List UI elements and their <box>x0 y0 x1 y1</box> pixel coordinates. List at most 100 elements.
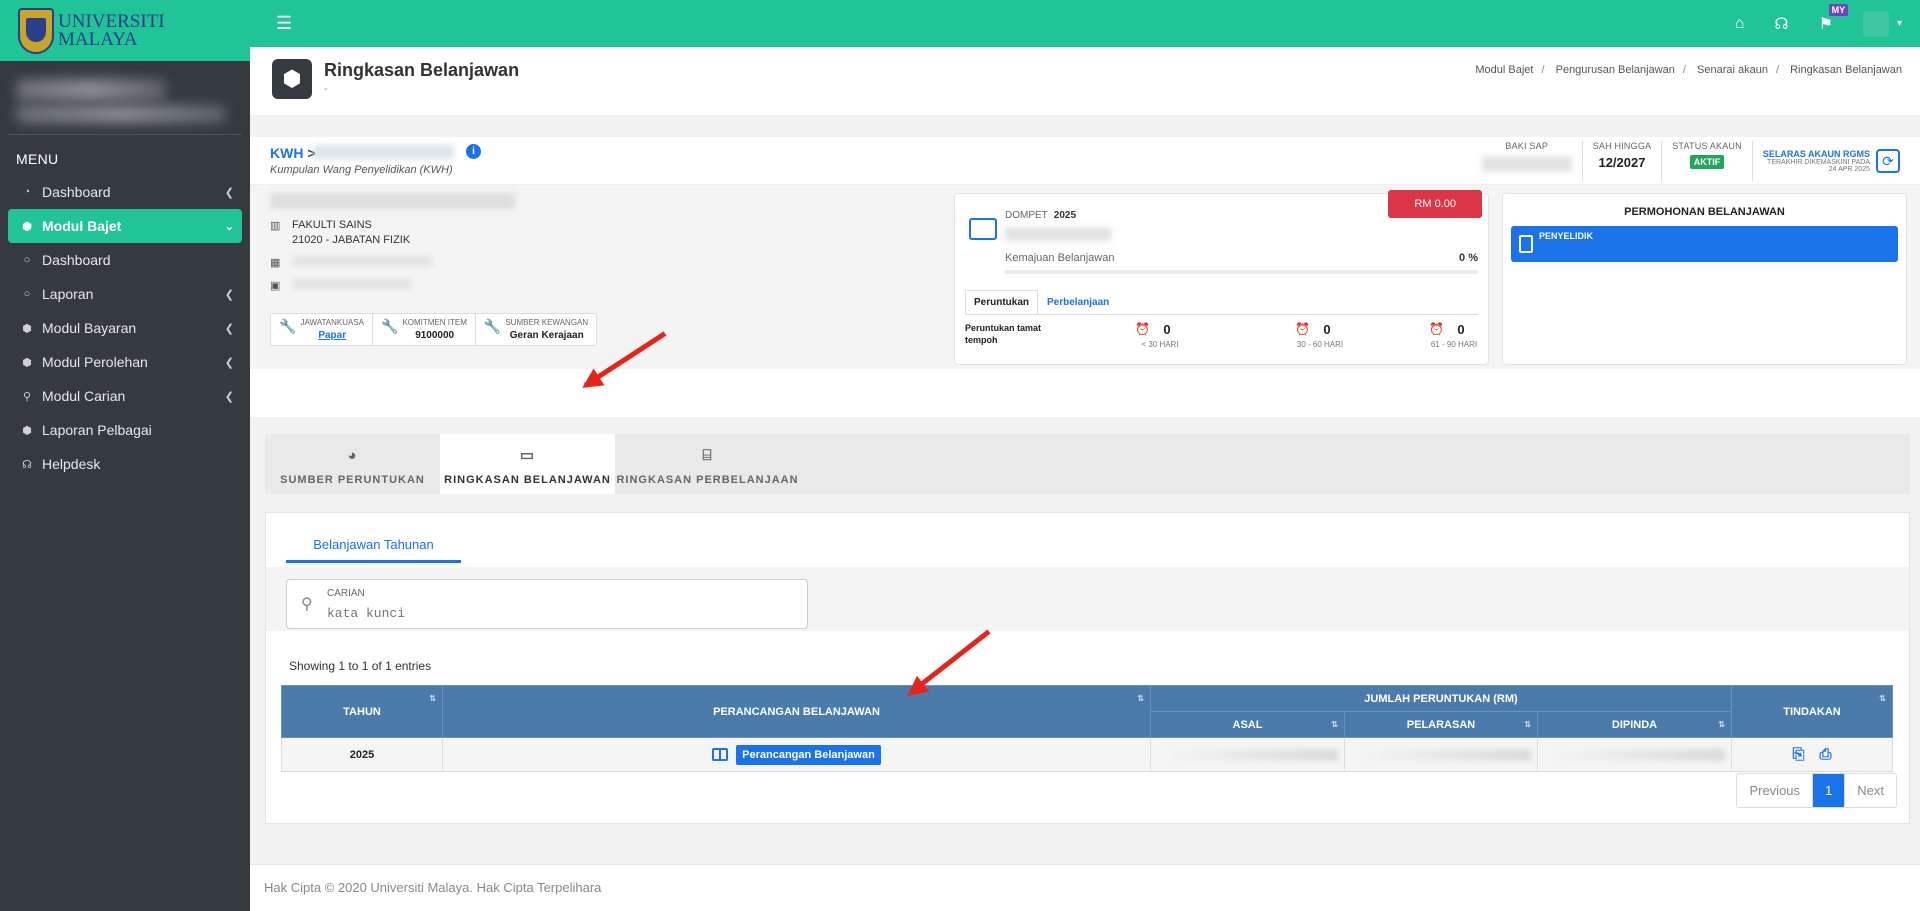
columns-icon[interactable] <box>712 748 729 761</box>
col-asal[interactable]: ASAL ⇅ <box>1150 711 1345 738</box>
wallet-tabs: Peruntukan Perbelanjaan <box>965 290 1118 314</box>
tab-belanjawan-tahunan[interactable]: Belanjawan Tahunan <box>286 537 461 563</box>
tab-peruntukan[interactable]: Peruntukan <box>965 290 1039 314</box>
progress-label: Kemajuan Belanjawan <box>1005 252 1115 264</box>
stat-status-akaun: STATUS AKAUN AKTIF <box>1661 141 1752 181</box>
breadcrumb-item[interactable]: Modul Bajet <box>1475 64 1533 76</box>
col-jumlah-peruntukan: JUMLAH PERUNTUKAN (RM) <box>1150 685 1732 712</box>
sidebar-item-label: Dashboard <box>42 252 111 268</box>
search-icon: ⚲ <box>22 390 32 403</box>
info-icon[interactable]: i <box>466 144 481 159</box>
tab-sumber-peruntukan[interactable]: ◕ SUMBER PERUNTUKAN <box>265 434 440 494</box>
previous-button[interactable]: Previous <box>1737 774 1812 807</box>
menu-toggle-icon[interactable]: ☰ <box>276 13 292 34</box>
basket-icon: ⌸ <box>702 447 713 464</box>
home-icon[interactable]: ⌂ <box>1735 15 1745 33</box>
perancangan-action: Perancangan Belanjawan <box>712 744 881 765</box>
wallet-icon: ▭ <box>519 447 536 464</box>
brand-name-line1: UNIVERSITI <box>58 10 165 32</box>
col-perancangan[interactable]: PERANCANGAN BELANJAWAN ⇅ <box>442 685 1151 738</box>
sidebar-item-label: Modul Perolehan <box>42 354 148 370</box>
next-button[interactable]: Next <box>1844 774 1896 807</box>
bucket-range: 61 - 90 HARI <box>1430 340 1478 349</box>
page-header: ⬢ Ringkasan Belanjawan - Modul Bajet / Pe… <box>250 47 1920 115</box>
col-tahun[interactable]: TAHUN ⇅ <box>281 685 443 738</box>
page-1-button[interactable]: 1 <box>1812 774 1845 807</box>
account-code-text: KWH <box>270 145 304 161</box>
bucket-range: 30 - 60 HARI <box>1296 340 1344 349</box>
headset-icon[interactable]: ☊ <box>1774 14 1788 34</box>
wallet-label-text: DOMPET <box>1005 210 1048 221</box>
perancangan-belanjawan-button[interactable]: Perancangan Belanjawan <box>736 744 881 765</box>
user-dropdown-icon[interactable]: ▾ <box>1897 18 1902 29</box>
sort-icon: ⇅ <box>1718 720 1725 729</box>
sidebar-item-label: Laporan Pelbagai <box>42 422 152 438</box>
account-code: KWH > <box>270 145 316 161</box>
sidebar-item-laporan[interactable]: ○ Laporan ❮ <box>8 277 242 311</box>
breadcrumb: Modul Bajet / Pengurusan Belanjawan / Sena… <box>1475 64 1902 76</box>
col-tindakan[interactable]: TINDAKAN ⇅ <box>1731 685 1893 738</box>
sidebar-item-dashboard[interactable]: ◔ Dashboard ❮ <box>8 175 242 209</box>
sort-icon: ⇅ <box>1879 694 1886 703</box>
breadcrumb-item[interactable]: Pengurusan Belanjawan <box>1556 64 1675 76</box>
col-header-label: JUMLAH PERUNTUKAN (RM) <box>1364 692 1518 705</box>
sidebar-item-modul-bajet[interactable]: ⬢ Modul Bajet ⌄ <box>8 209 242 243</box>
penyelidik-button[interactable]: PENYELIDIK <box>1511 226 1898 262</box>
id-badge-icon <box>1519 235 1533 253</box>
wallet-card: DOMPET 2025 RM 0.00 Kemajuan Belanjawan 0… <box>954 190 1489 365</box>
chip-label: SUMBER KEWANGAN <box>505 318 589 327</box>
calendar-icon: ▦ <box>270 257 281 269</box>
breadcrumb-item[interactable]: Senarai akaun <box>1697 64 1768 76</box>
sidebar-item-helpdesk[interactable]: ☊ Helpdesk <box>8 447 242 481</box>
user-panel <box>8 61 242 135</box>
chip-jawatankuasa: 🔧 JAWATANKUASA Papar <box>271 314 372 345</box>
cell-tahun: 2025 <box>281 737 443 772</box>
sidebar-item-modul-carian[interactable]: ⚲ Modul Carian ❮ <box>8 379 242 413</box>
chevron-left-icon: ❮ <box>224 390 234 403</box>
flag-icon[interactable]: ⚑ MY <box>1819 3 1849 34</box>
download-file-icon[interactable]: ⎘ <box>1792 746 1804 763</box>
cube-icon: ⬢ <box>22 220 32 233</box>
permohonan-title: PERMOHONAN BELANJAWAN <box>1624 206 1785 218</box>
budget-table: TAHUN ⇅ PERANCANGAN BELANJAWAN ⇅ JUMLAH PE… <box>281 685 1893 772</box>
sidebar-item-modul-perolehan[interactable]: ⬢ Modul Perolehan ❮ <box>8 345 242 379</box>
sidebar-item-label: Modul Carian <box>42 388 126 404</box>
sidebar-item-label: Helpdesk <box>42 456 101 472</box>
papar-link[interactable]: Papar <box>300 330 364 341</box>
sidebar-item-laporan-pelbagai[interactable]: ⬢ Laporan Pelbagai <box>8 413 242 447</box>
chevron-down-icon: ⌄ <box>224 220 234 233</box>
print-file-icon[interactable]: ⎙ <box>1820 746 1832 763</box>
page-title: Ringkasan Belanjawan <box>324 60 520 80</box>
chip-value: 9100000 <box>415 330 455 341</box>
wrench-icon: 🔧 <box>483 318 502 334</box>
stat-label: STATUS AKAUN <box>1672 141 1742 151</box>
brand[interactable]: UNIVERSITI MALAYA <box>0 0 250 61</box>
dipinda-value-redacted <box>1544 748 1725 761</box>
wallet-balance-redacted <box>1005 227 1111 241</box>
search-input[interactable] <box>327 606 787 621</box>
asal-value-redacted <box>1157 748 1338 761</box>
avatar[interactable] <box>1862 10 1889 37</box>
sidebar-item-modul-bayaran[interactable]: ⬢ Modul Bayaran ❮ <box>8 311 242 345</box>
pelarasan-value-redacted <box>1351 748 1531 761</box>
alarm-clock-icon: ⏰ <box>1135 322 1150 336</box>
circle-icon: ○ <box>23 254 31 266</box>
date-redacted <box>292 256 432 266</box>
table-row: 2025 Perancangan Belanjawan ⎘ ⎙ <box>281 737 1893 772</box>
account-number-redacted <box>314 145 454 159</box>
researcher-row: ▣ <box>270 279 790 292</box>
col-pelarasan[interactable]: PELARASAN ⇅ <box>1344 711 1538 738</box>
tab-ringkasan-belanjawan[interactable]: ▭ RINGKASAN BELANJAWAN <box>440 434 615 494</box>
menu-heading: MENU <box>16 151 59 167</box>
topbar-actions: ⌂ ☊ ⚑ MY ▾ <box>1735 0 1920 47</box>
tab-perbelanjaan[interactable]: Perbelanjaan <box>1038 290 1118 314</box>
sync-title: SELARAS AKAUN RGMS <box>1762 149 1870 159</box>
cell-pelarasan <box>1344 737 1538 772</box>
tab-ringkasan-perbelanjaan[interactable]: ⌸ RINGKASAN PERBELANJAAN <box>615 434 800 494</box>
refresh-icon[interactable]: ⟳ <box>1876 149 1900 173</box>
sidebar-item-label: Laporan <box>42 286 94 302</box>
sidebar-item-bajet-dashboard[interactable]: ○ Dashboard <box>8 243 242 277</box>
sidebar-item-label: Modul Bajet <box>42 218 122 234</box>
col-dipinda[interactable]: DIPINDA ⇅ <box>1537 711 1732 738</box>
col-header-label: ASAL <box>1232 718 1263 731</box>
